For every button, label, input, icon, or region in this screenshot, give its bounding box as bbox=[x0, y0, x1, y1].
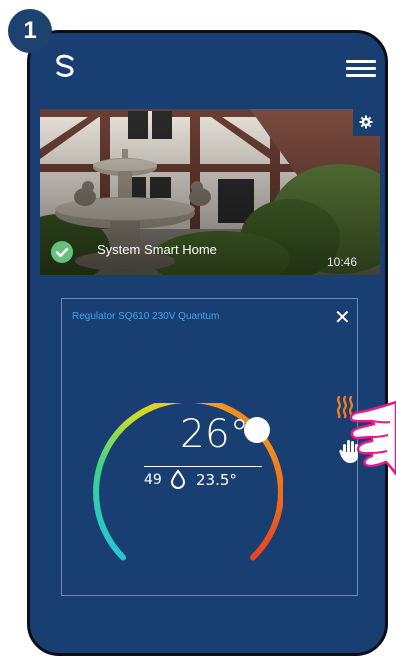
hamburger-menu-icon[interactable] bbox=[346, 60, 376, 77]
home-time: 10:46 bbox=[327, 255, 358, 269]
pointing-hand-icon bbox=[349, 400, 396, 476]
step-number-badge: 1 bbox=[8, 9, 52, 53]
thermostat-card[interactable]: Regulator SQ610 230V Quantum ✕ 26° 49 23… bbox=[61, 298, 358, 596]
home-settings-button[interactable] bbox=[353, 109, 380, 136]
humidity-drop-icon bbox=[170, 469, 186, 489]
device-title: Regulator SQ610 230V Quantum bbox=[72, 311, 220, 322]
check-icon bbox=[51, 241, 73, 263]
humidity-value: 49 bbox=[144, 472, 162, 488]
current-temperature: 26° bbox=[180, 412, 250, 457]
gear-icon bbox=[359, 115, 373, 129]
home-name: System Smart Home bbox=[97, 242, 217, 257]
set-temperature: 23.5° bbox=[196, 471, 237, 489]
close-icon[interactable]: ✕ bbox=[334, 307, 351, 327]
app-logo-swirl-icon bbox=[56, 54, 74, 77]
temperature-divider bbox=[144, 466, 262, 467]
phone-screen: System Smart Home 10:46 Regulator SQ610 … bbox=[27, 30, 388, 656]
